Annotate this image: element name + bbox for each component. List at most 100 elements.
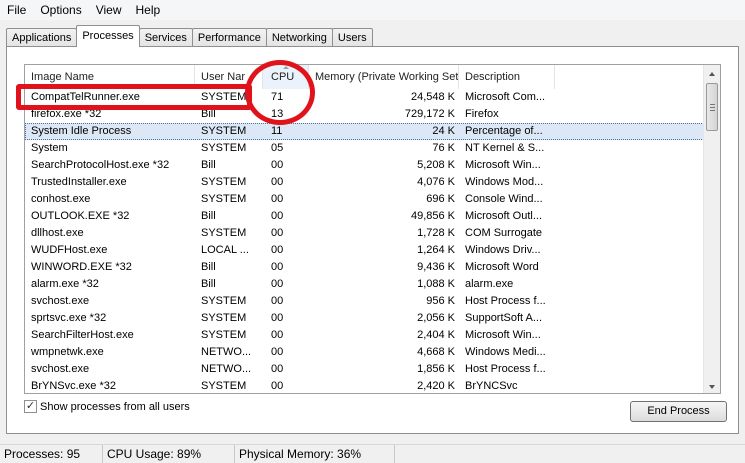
- cell-memory: 4,668 K: [417, 346, 455, 358]
- menu-file[interactable]: File: [0, 0, 33, 20]
- tab-processes[interactable]: Processes: [76, 25, 140, 47]
- cell-image-name: firefox.exe *32: [31, 108, 102, 120]
- table-row[interactable]: firefox.exe *32 Bill 13 729,172 K Firefox: [25, 106, 710, 123]
- scroll-down-arrow-icon[interactable]: [704, 378, 720, 393]
- table-row[interactable]: OUTLOOK.EXE *32 Bill 00 49,856 K Microsoft O…: [25, 208, 710, 225]
- cell-image-name: SearchFilterHost.exe: [31, 329, 134, 341]
- table-row[interactable]: CompatTelRunner.exe SYSTEM 71 24,548 K Micro…: [25, 89, 710, 106]
- cell-memory: 2,056 K: [417, 312, 455, 324]
- cell-image-name: dllhost.exe: [31, 227, 84, 239]
- show-all-processes-option[interactable]: ✓ Show processes from all users: [24, 400, 190, 413]
- column-description[interactable]: Description: [459, 65, 555, 89]
- cell-user-name: Bill: [201, 210, 216, 222]
- cell-memory: 9,436 K: [417, 261, 455, 273]
- cell-memory: 4,076 K: [417, 176, 455, 188]
- status-bar: Processes: 95 CPU Usage: 89% Physical Me…: [0, 444, 745, 463]
- cell-image-name: alarm.exe *32: [31, 278, 99, 290]
- cell-image-name: WINWORD.EXE *32: [31, 261, 132, 273]
- column-filler: [555, 65, 710, 89]
- table-row[interactable]: System Idle Process SYSTEM 11 24 K Percentag…: [25, 123, 710, 140]
- cell-user-name: SYSTEM: [201, 193, 247, 205]
- cell-cpu: 00: [271, 244, 284, 256]
- table-row[interactable]: TrustedInstaller.exe SYSTEM 00 4,076 K Windo…: [25, 174, 710, 191]
- column-cpu[interactable]: CPU: [263, 65, 309, 89]
- cell-memory: 49,856 K: [410, 210, 455, 222]
- cell-image-name: System: [31, 142, 68, 154]
- cell-cpu: 00: [271, 380, 284, 392]
- tab-services[interactable]: Services: [138, 28, 193, 47]
- cell-description: Microsoft Word: [465, 261, 539, 273]
- cell-memory: 696 K: [426, 193, 455, 205]
- cell-memory: 2,404 K: [417, 329, 455, 341]
- cell-cpu: 00: [271, 159, 284, 171]
- status-cpu-usage: CPU Usage: 89%: [103, 445, 235, 463]
- cell-description: Microsoft Com...: [465, 91, 546, 103]
- cell-description: NT Kernel & S...: [465, 142, 545, 154]
- cell-user-name: SYSTEM: [201, 329, 247, 341]
- cell-description: Windows Mod...: [465, 176, 544, 188]
- cell-description: Host Process f...: [465, 363, 546, 375]
- table-row[interactable]: svchost.exe SYSTEM 00 956 K Host Process f..…: [25, 293, 710, 310]
- cell-memory: 729,172 K: [404, 108, 455, 120]
- cell-image-name: svchost.exe: [31, 295, 90, 307]
- tab-applications[interactable]: Applications: [6, 28, 78, 47]
- cell-user-name: SYSTEM: [201, 142, 247, 154]
- cell-cpu: 11: [271, 125, 283, 137]
- menu-options[interactable]: Options: [33, 0, 88, 20]
- cell-description: Console Wind...: [465, 193, 543, 205]
- cell-image-name: sprtsvc.exe *32: [31, 312, 107, 324]
- show-all-processes-checkbox[interactable]: ✓: [24, 400, 37, 413]
- table-row[interactable]: dllhost.exe SYSTEM 00 1,728 K COM Surrogate: [25, 225, 710, 242]
- cell-memory: 956 K: [426, 295, 455, 307]
- cell-cpu: 13: [271, 108, 284, 120]
- cell-description: Microsoft Win...: [465, 159, 541, 171]
- tab-networking[interactable]: Networking: [265, 28, 333, 47]
- cell-user-name: Bill: [201, 159, 216, 171]
- table-row[interactable]: wmpnetwk.exe NETWO... 00 4,668 K Windows Med…: [25, 344, 710, 361]
- column-user-name[interactable]: User Nar: [195, 65, 263, 89]
- scroll-up-arrow-icon[interactable]: [704, 65, 720, 82]
- cell-memory: 2,420 K: [417, 380, 455, 392]
- cell-cpu: 00: [271, 227, 284, 239]
- cell-cpu: 00: [271, 193, 284, 205]
- cell-cpu: 00: [271, 329, 284, 341]
- cell-image-name: OUTLOOK.EXE *32: [31, 210, 130, 222]
- cell-image-name: CompatTelRunner.exe: [31, 91, 140, 103]
- table-row[interactable]: alarm.exe *32 Bill 00 1,088 K alarm.exe: [25, 276, 710, 293]
- cell-memory: 5,208 K: [417, 159, 455, 171]
- menu-view[interactable]: View: [89, 0, 129, 20]
- column-memory[interactable]: Memory (Private Working Set): [309, 65, 459, 89]
- process-list[interactable]: Image Name User Nar CPU Memory (Private …: [24, 64, 721, 394]
- cell-description: alarm.exe: [465, 278, 514, 290]
- table-row[interactable]: svchost.exe NETWO... 00 1,856 K Host Process…: [25, 361, 710, 378]
- column-image-name[interactable]: Image Name: [25, 65, 195, 89]
- tab-strip: Applications Processes Services Performa…: [6, 25, 373, 47]
- table-row[interactable]: SearchProtocolHost.exe *32 Bill 00 5,208 K M…: [25, 157, 710, 174]
- cell-cpu: 00: [271, 346, 284, 358]
- table-row[interactable]: WUDFHost.exe LOCAL ... 00 1,264 K Windows Dr…: [25, 242, 710, 259]
- cell-description: COM Surrogate: [465, 227, 543, 239]
- column-cpu-label: CPU: [271, 71, 295, 83]
- table-row[interactable]: conhost.exe SYSTEM 00 696 K Console Wind...: [25, 191, 710, 208]
- cell-cpu: 00: [271, 278, 284, 290]
- cell-user-name: LOCAL ...: [201, 244, 249, 256]
- table-row[interactable]: sprtsvc.exe *32 SYSTEM 00 2,056 K SupportSof…: [25, 310, 710, 327]
- cell-image-name: TrustedInstaller.exe: [31, 176, 127, 188]
- table-row[interactable]: SearchFilterHost.exe SYSTEM 00 2,404 K Micro…: [25, 327, 710, 344]
- scroll-thumb[interactable]: [706, 83, 718, 131]
- tab-performance[interactable]: Performance: [191, 28, 267, 47]
- end-process-button[interactable]: End Process: [630, 401, 727, 422]
- menu-bar: File Options View Help: [0, 0, 745, 20]
- vertical-scrollbar[interactable]: [703, 65, 720, 393]
- tab-users[interactable]: Users: [331, 28, 373, 47]
- cell-user-name: NETWO...: [201, 363, 252, 375]
- table-row[interactable]: System SYSTEM 05 76 K NT Kernel & S...: [25, 140, 710, 157]
- table-row[interactable]: BrYNSvc.exe *32 SYSTEM 00 2,420 K BrYNCSvc: [25, 378, 710, 393]
- menu-help[interactable]: Help: [129, 0, 168, 20]
- status-processes: Processes: 95: [0, 445, 103, 463]
- cell-user-name: SYSTEM: [201, 91, 247, 103]
- table-row[interactable]: WINWORD.EXE *32 Bill 00 9,436 K Microsoft Wo…: [25, 259, 710, 276]
- cell-memory: 1,728 K: [417, 227, 455, 239]
- status-physical-memory: Physical Memory: 36%: [235, 445, 395, 463]
- cell-cpu: 05: [271, 142, 284, 154]
